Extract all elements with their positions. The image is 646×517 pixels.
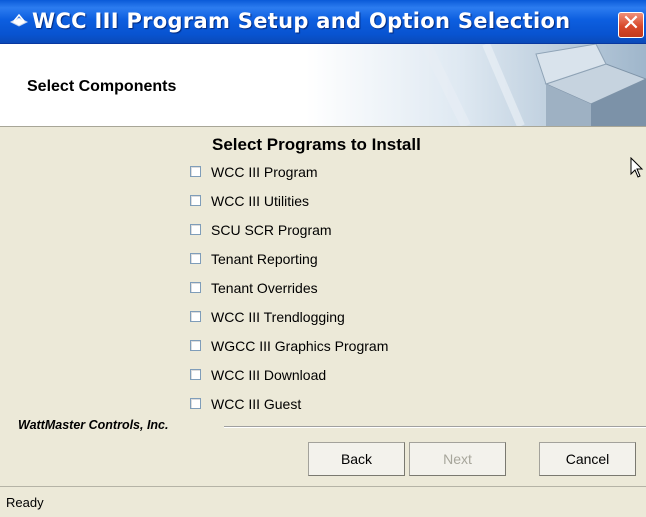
header-title: Select Components [27, 78, 177, 95]
next-button[interactable]: Next [409, 442, 506, 476]
back-button[interactable]: Back [308, 442, 405, 476]
header-panel: Select Components [0, 44, 646, 127]
program-label: Tenant Overrides [211, 280, 318, 296]
installer-icon [10, 13, 28, 27]
divider [224, 426, 646, 428]
checkbox[interactable] [190, 253, 201, 264]
open-box-graphic [306, 44, 646, 126]
program-label: WGCC III Graphics Program [211, 338, 389, 354]
status-bar: Ready [0, 486, 646, 517]
program-label: SCU SCR Program [211, 222, 332, 238]
program-label: WCC III Guest [211, 396, 302, 412]
checkbox[interactable] [190, 195, 201, 206]
checkbox[interactable] [190, 224, 201, 235]
program-label: WCC III Trendlogging [211, 309, 345, 325]
mouse-pointer-icon [630, 157, 644, 178]
window-title: WCC III Program Setup and Option Selecti… [32, 9, 571, 33]
brand-row: WattMaster Controls, Inc. [0, 418, 646, 434]
checkbox[interactable] [190, 282, 201, 293]
checkbox[interactable] [190, 311, 201, 322]
close-button[interactable]: ✕ [618, 12, 644, 38]
checkbox[interactable] [190, 369, 201, 380]
cancel-button[interactable]: Cancel [539, 442, 636, 476]
checkbox[interactable] [190, 166, 201, 177]
program-label: Tenant Reporting [211, 251, 318, 267]
status-text: Ready [6, 495, 44, 510]
checkbox[interactable] [190, 340, 201, 351]
title-bar[interactable]: WCC III Program Setup and Option Selecti… [0, 0, 646, 44]
program-label: WCC III Program [211, 164, 318, 180]
checkbox[interactable] [190, 398, 201, 409]
section-title: Select Programs to Install [212, 135, 421, 154]
program-label: WCC III Utilities [211, 193, 309, 209]
program-label: WCC III Download [211, 367, 327, 383]
company-brand: WattMaster Controls, Inc. [18, 418, 169, 432]
